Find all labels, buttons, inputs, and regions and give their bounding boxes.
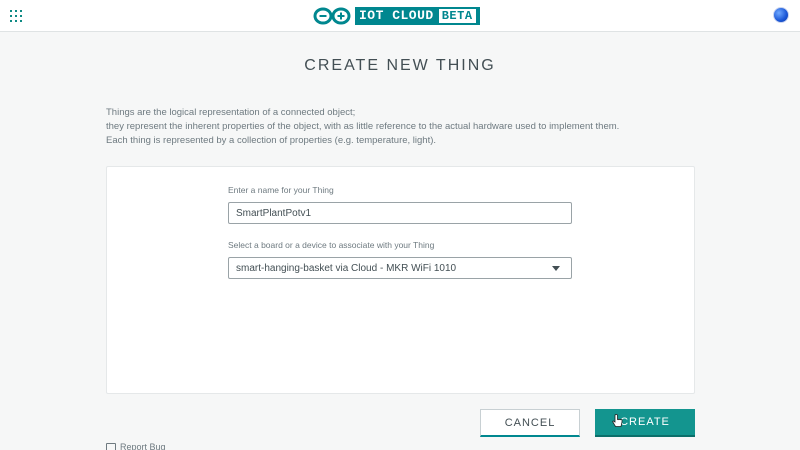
caret-down-icon — [552, 265, 560, 271]
board-select[interactable]: smart-hanging-basket via Cloud - MKR WiF… — [228, 257, 572, 279]
thing-name-input[interactable] — [228, 202, 572, 224]
cancel-button[interactable]: CANCEL — [480, 409, 580, 437]
intro-line-1: Things are the logical representation of… — [106, 107, 356, 118]
board-select-label: Select a board or a device to associate … — [228, 240, 435, 250]
user-avatar[interactable] — [773, 7, 789, 23]
arduino-infinity-logo-icon — [313, 7, 351, 25]
bug-report-icon — [106, 443, 116, 450]
iot-cloud-logo[interactable]: IOT CLOUD BETA — [313, 6, 480, 26]
create-button[interactable]: CREATE — [595, 409, 695, 437]
apps-grid-icon[interactable] — [10, 10, 22, 22]
intro-line-3: Each thing is represented by a collectio… — [106, 135, 437, 146]
thing-name-label: Enter a name for your Thing — [228, 185, 334, 195]
top-bar: IOT CLOUD BETA — [0, 0, 800, 32]
logo-text: IOT CLOUD — [359, 8, 434, 23]
report-bug-label: Report Bug — [120, 442, 166, 450]
board-select-value: smart-hanging-basket via Cloud - MKR WiF… — [236, 262, 457, 274]
thing-form-card — [106, 166, 695, 394]
report-bug-link[interactable]: Report Bug — [106, 442, 166, 450]
logo-wordmark: IOT CLOUD BETA — [355, 7, 480, 25]
page-title: CREATE NEW THING — [304, 57, 496, 74]
beta-badge: BETA — [438, 9, 476, 23]
intro-line-2: they represent the inherent properties o… — [106, 121, 620, 132]
intro-text: Things are the logical representation of… — [106, 106, 706, 148]
hand-pointer-icon — [612, 414, 623, 427]
